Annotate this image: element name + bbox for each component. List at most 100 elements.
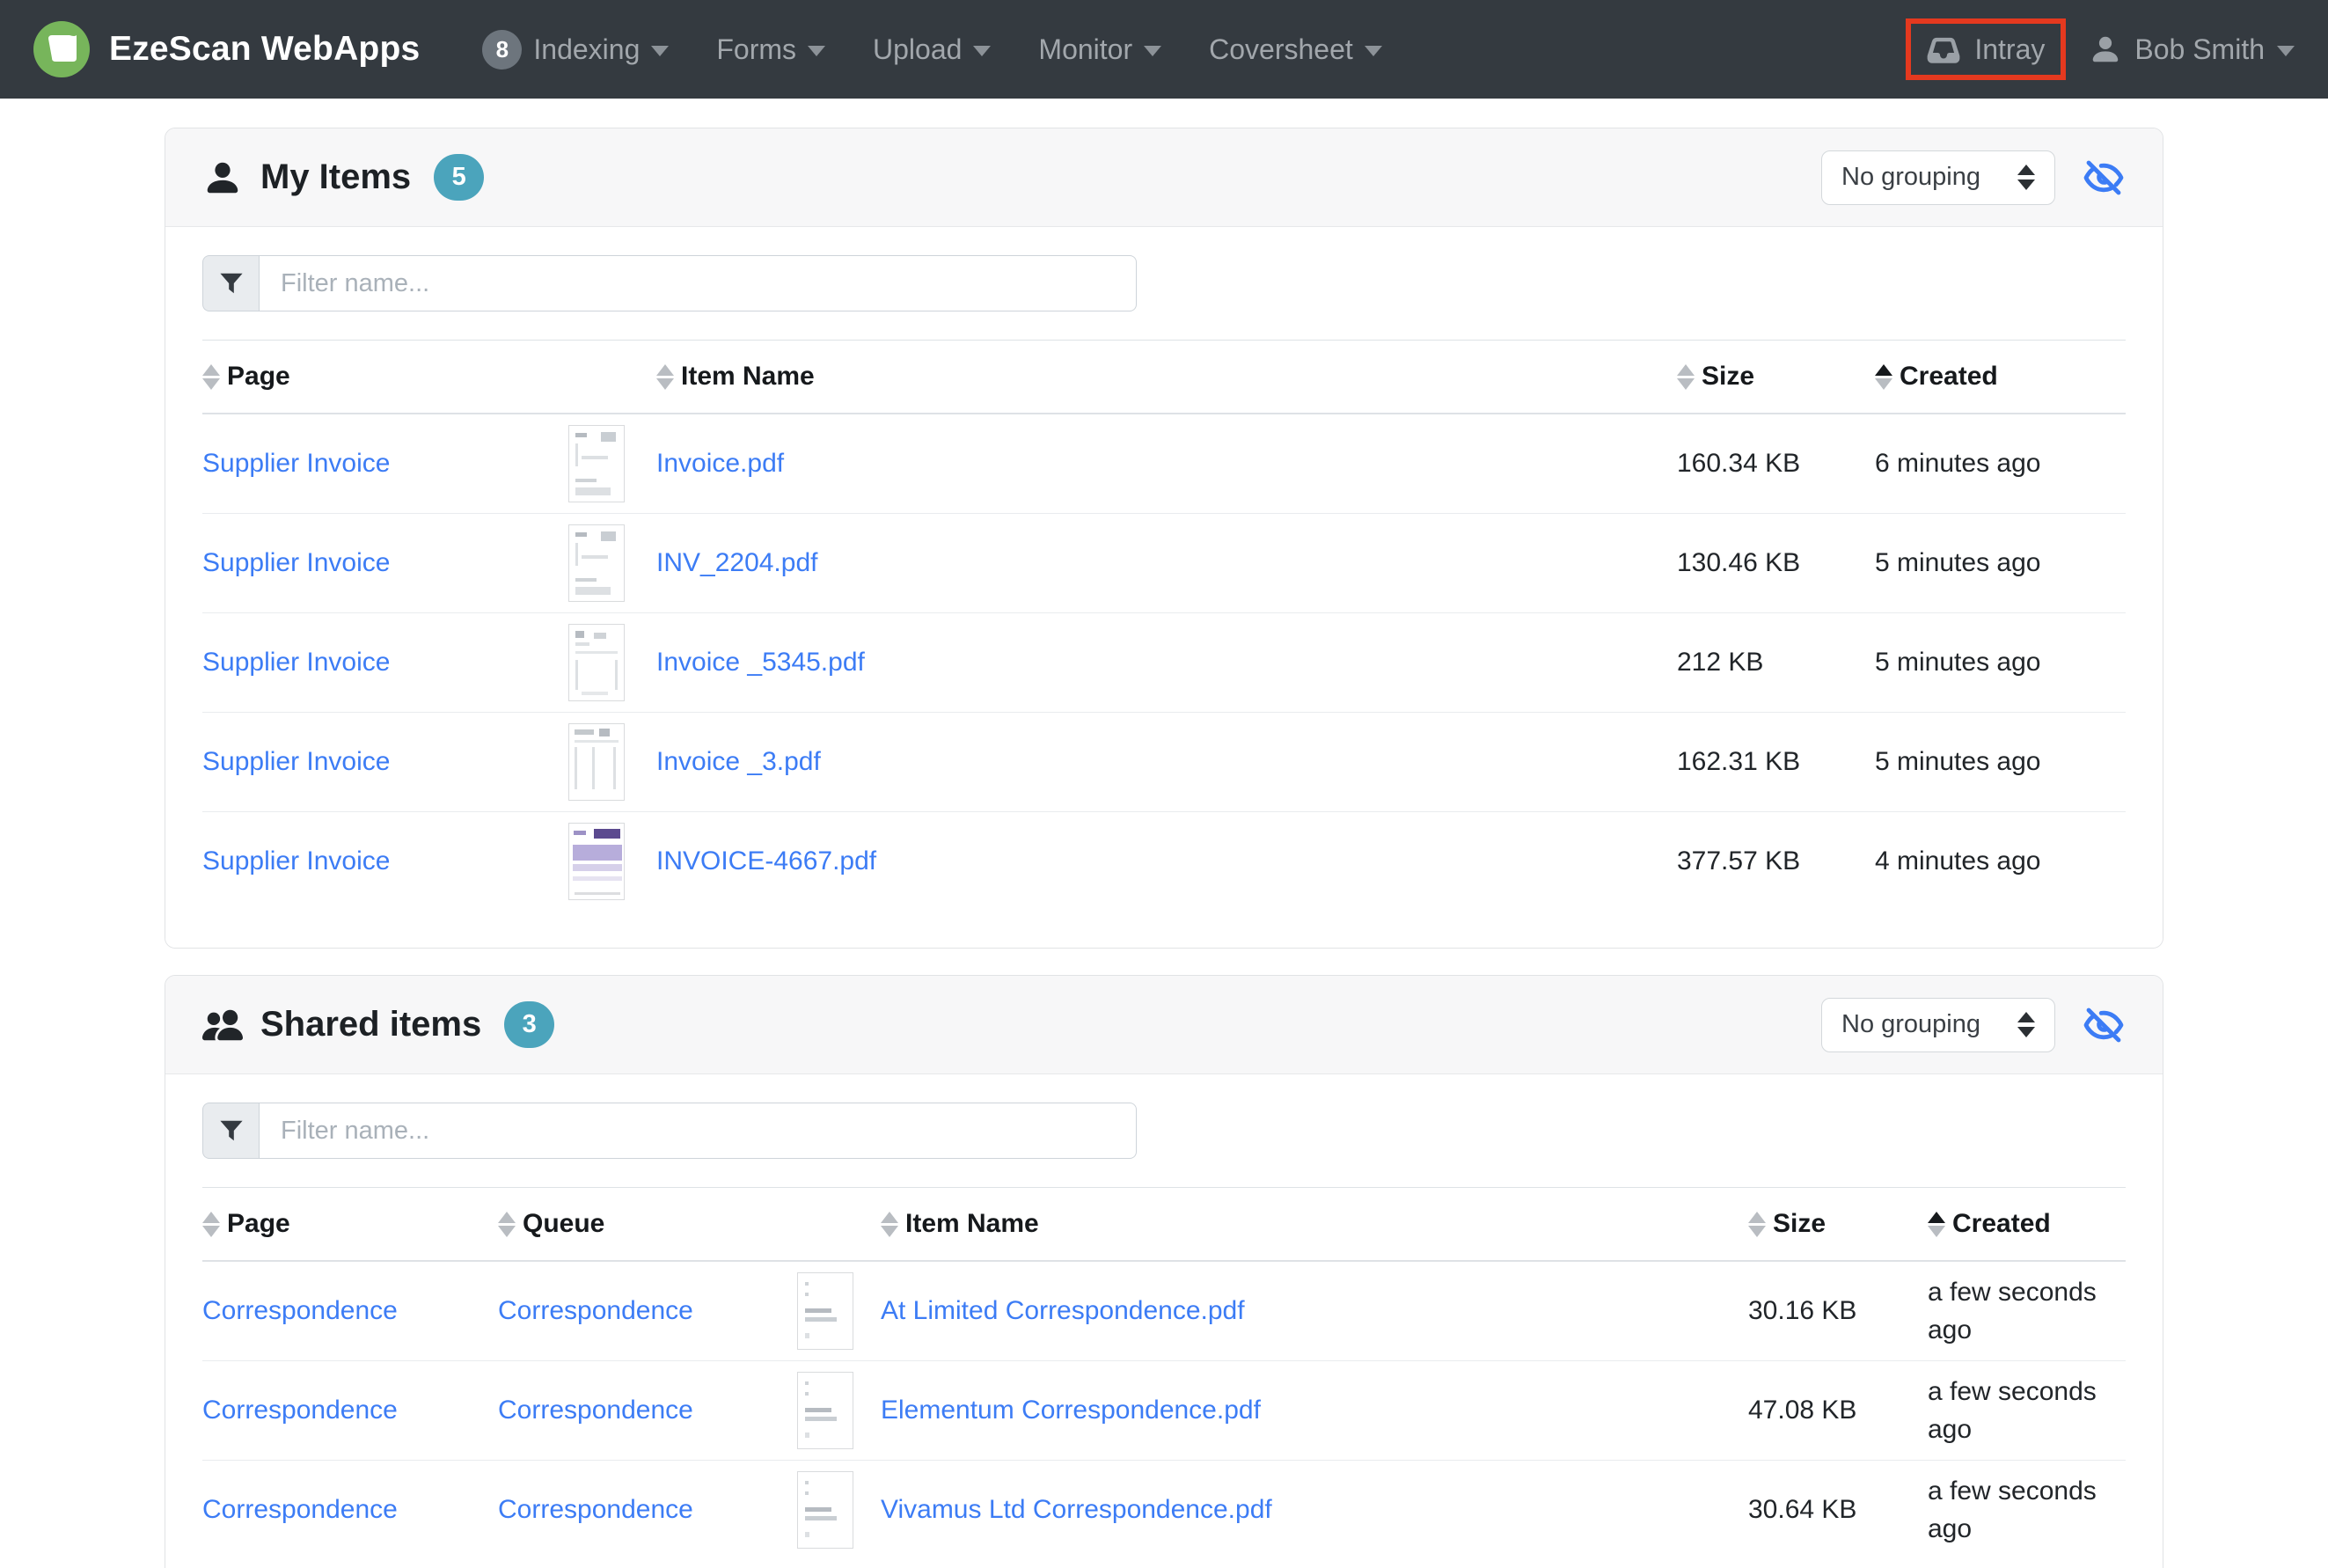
document-thumbnail[interactable] <box>568 723 625 801</box>
nav-label: Monitor <box>1038 33 1132 66</box>
column-header-created[interactable]: Created <box>1875 341 2126 414</box>
page-link[interactable]: Supplier Invoice <box>202 449 390 478</box>
nav-forms[interactable]: Forms <box>692 33 849 66</box>
column-header-created[interactable]: Created <box>1928 1188 2126 1262</box>
nav-monitor[interactable]: Monitor <box>1014 33 1185 66</box>
my-items-title: My Items 5 <box>202 154 484 201</box>
people-icon <box>202 1005 243 1045</box>
created-cell: 4 minutes ago <box>1875 812 2126 912</box>
size-cell: 160.34 KB <box>1677 414 1875 514</box>
queue-link[interactable]: Correspondence <box>498 1495 693 1524</box>
item-name-link[interactable]: INV_2204.pdf <box>656 548 817 577</box>
page-link[interactable]: Supplier Invoice <box>202 648 390 677</box>
chevron-down-icon <box>973 46 991 56</box>
nav-label: Coversheet <box>1209 33 1353 66</box>
filter-name-input[interactable] <box>259 1103 1137 1159</box>
page-link[interactable]: Supplier Invoice <box>202 548 390 577</box>
page-link[interactable]: Correspondence <box>202 1296 398 1325</box>
item-name-link[interactable]: At Limited Correspondence.pdf <box>881 1296 1245 1325</box>
funnel-icon <box>219 1118 244 1143</box>
table-row: Supplier Invoice Invoice _3.pdf 162.31 K… <box>202 713 2126 812</box>
item-name-link[interactable]: Vivamus Ltd Correspondence.pdf <box>881 1495 1272 1524</box>
nav-coversheet[interactable]: Coversheet <box>1185 33 1406 66</box>
created-cell: a few seconds ago <box>1928 1361 2126 1461</box>
item-name-link[interactable]: INVOICE-4667.pdf <box>656 846 876 876</box>
document-thumbnail[interactable] <box>568 524 625 602</box>
column-header-page[interactable]: Page <box>202 341 568 414</box>
filter-group <box>202 1103 1137 1159</box>
column-header-thumbnail <box>568 341 656 414</box>
item-name-link[interactable]: Invoice _5345.pdf <box>656 648 865 677</box>
shared-items-table: Page Queue Item Name Size Created Corres… <box>202 1187 2126 1559</box>
user-name: Bob Smith <box>2134 33 2265 66</box>
item-count-badge: 5 <box>434 154 484 201</box>
person-icon <box>202 158 243 198</box>
sort-icon <box>656 364 674 390</box>
sort-icon <box>498 1212 516 1237</box>
created-cell: 5 minutes ago <box>1875 713 2126 812</box>
size-cell: 377.57 KB <box>1677 812 1875 912</box>
user-menu[interactable]: Bob Smith <box>2089 33 2295 66</box>
filter-group <box>202 255 1137 311</box>
panel-title-text: Shared items <box>260 1005 481 1044</box>
page-link[interactable]: Correspondence <box>202 1396 398 1425</box>
grouping-select[interactable]: No grouping <box>1821 998 2055 1052</box>
table-row: Supplier Invoice INV_2204.pdf 130.46 KB … <box>202 514 2126 613</box>
column-header-size[interactable]: Size <box>1748 1188 1928 1262</box>
chevron-down-icon <box>808 46 825 56</box>
chevron-down-icon <box>651 46 669 56</box>
grouping-selected-value: No grouping <box>1841 163 1980 192</box>
nav-label: Indexing <box>533 33 640 66</box>
brand[interactable]: EzeScan WebApps <box>33 21 420 77</box>
item-name-link[interactable]: Elementum Correspondence.pdf <box>881 1396 1261 1425</box>
size-cell: 212 KB <box>1677 613 1875 713</box>
nav-label: Upload <box>873 33 962 66</box>
column-header-queue[interactable]: Queue <box>498 1188 797 1262</box>
page-link[interactable]: Correspondence <box>202 1495 398 1524</box>
sort-icon <box>881 1212 898 1237</box>
grouping-select[interactable]: No grouping <box>1821 150 2055 205</box>
document-thumbnail[interactable] <box>568 624 625 701</box>
nav-indexing[interactable]: 8 Indexing <box>458 30 692 70</box>
intray-button-highlighted[interactable]: Intray <box>1906 18 2066 80</box>
inbox-icon <box>1925 31 1962 68</box>
filter-name-input[interactable] <box>259 255 1137 311</box>
nav-label: Forms <box>716 33 796 66</box>
chevron-down-icon <box>1365 46 1382 56</box>
item-name-link[interactable]: Invoice.pdf <box>656 449 784 478</box>
created-cell: a few seconds ago <box>1928 1461 2126 1560</box>
column-header-thumbnail <box>797 1188 881 1262</box>
document-thumbnail[interactable] <box>797 1372 853 1449</box>
table-row: Supplier Invoice Invoice _5345.pdf 212 K… <box>202 613 2126 713</box>
document-thumbnail[interactable] <box>797 1272 853 1350</box>
ezescan-logo-icon <box>33 21 90 77</box>
queue-link[interactable]: Correspondence <box>498 1296 693 1325</box>
column-header-item-name[interactable]: Item Name <box>656 341 1677 414</box>
select-arrows-icon <box>2017 165 2035 190</box>
item-name-link[interactable]: Invoice _3.pdf <box>656 747 821 776</box>
table-row: Supplier Invoice Invoice.pdf 160.34 KB 6… <box>202 414 2126 514</box>
document-thumbnail[interactable] <box>568 425 625 502</box>
document-thumbnail[interactable] <box>797 1471 853 1549</box>
nav-upload[interactable]: Upload <box>849 33 1014 66</box>
page-link[interactable]: Supplier Invoice <box>202 846 390 876</box>
chevron-down-icon <box>2277 46 2295 56</box>
document-thumbnail[interactable] <box>568 823 625 900</box>
indexing-count-badge: 8 <box>482 30 522 70</box>
sort-icon <box>202 1212 220 1237</box>
column-header-size[interactable]: Size <box>1677 341 1875 414</box>
select-arrows-icon <box>2017 1012 2035 1037</box>
table-row: Correspondence Correspondence Vivamus Lt… <box>202 1461 2126 1560</box>
chevron-down-icon <box>1144 46 1161 56</box>
page-link[interactable]: Supplier Invoice <box>202 747 390 776</box>
item-count-badge: 3 <box>504 1001 554 1048</box>
queue-link[interactable]: Correspondence <box>498 1396 693 1425</box>
column-header-item-name[interactable]: Item Name <box>881 1188 1748 1262</box>
hide-panel-button[interactable] <box>2082 1003 2126 1047</box>
created-cell: 6 minutes ago <box>1875 414 2126 514</box>
column-header-page[interactable]: Page <box>202 1188 498 1262</box>
hide-panel-button[interactable] <box>2082 156 2126 200</box>
created-cell: a few seconds ago <box>1928 1261 2126 1361</box>
filter-addon <box>202 1103 259 1159</box>
intray-label: Intray <box>1974 33 2045 66</box>
